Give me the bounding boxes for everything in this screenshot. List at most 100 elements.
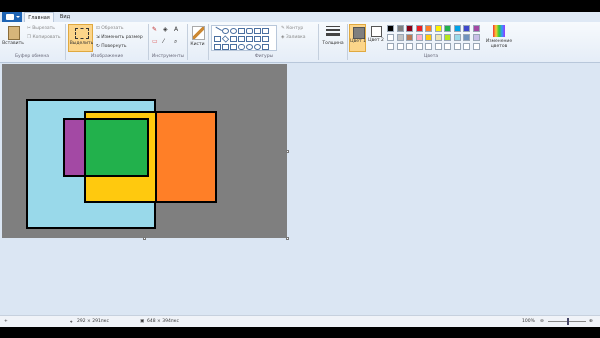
paste-label: Вставить — [2, 41, 24, 46]
arrow-up-shape-icon[interactable] — [262, 36, 269, 42]
fill-label: Заливка — [285, 35, 306, 40]
palette-swatch[interactable] — [453, 34, 461, 41]
callout-cloud-shape-icon[interactable] — [254, 44, 261, 50]
oval-shape-icon[interactable] — [230, 28, 237, 34]
palette-swatch[interactable] — [444, 25, 451, 32]
arrow-left-shape-icon[interactable] — [254, 36, 261, 42]
color2-swatch — [371, 26, 382, 37]
palette-swatch[interactable] — [425, 25, 432, 32]
color2-button[interactable]: Цвет 2 — [368, 24, 384, 52]
callout-rounded-shape-icon[interactable] — [238, 44, 245, 50]
six-point-star-shape-icon[interactable] — [230, 44, 237, 50]
palette-swatch[interactable] — [406, 34, 413, 41]
palette-swatch[interactable] — [387, 25, 394, 32]
line-thickness-icon — [326, 26, 340, 36]
color-picker-icon[interactable]: ⁄ — [163, 38, 172, 46]
zoom-out-icon[interactable]: ⊖ — [540, 319, 544, 324]
resize-handle-corner[interactable] — [286, 237, 289, 240]
palette-swatch[interactable] — [387, 43, 394, 50]
palette-swatch[interactable] — [463, 25, 470, 32]
fill-icon[interactable]: ◈ — [163, 26, 172, 34]
five-point-star-shape-icon[interactable] — [222, 44, 229, 50]
tools-group-label: Инструменты — [151, 54, 185, 59]
separator — [208, 24, 209, 60]
fill-dropdown[interactable]: ◈ Заливка — [281, 35, 305, 40]
copy-button[interactable]: ❐ Копировать — [27, 35, 61, 40]
palette-swatch[interactable] — [406, 43, 413, 50]
outline-label: Контур — [286, 26, 304, 31]
palette-swatch[interactable] — [406, 25, 413, 32]
title-bar — [0, 0, 600, 12]
zoom-slider-thumb[interactable] — [567, 318, 569, 325]
rotate-label: Повернуть — [101, 44, 127, 49]
palette-swatch[interactable] — [396, 34, 404, 41]
palette-swatch[interactable] — [425, 34, 432, 41]
curve-shape-icon[interactable] — [222, 28, 229, 34]
brushes-button[interactable]: Кисти — [189, 24, 206, 52]
palette-swatch[interactable] — [434, 25, 442, 32]
pentagon-shape-icon[interactable] — [230, 36, 237, 42]
four-point-star-shape-icon[interactable] — [214, 44, 221, 50]
text-icon[interactable]: A — [174, 26, 183, 34]
palette-swatch[interactable] — [453, 43, 461, 50]
zoom-in-icon[interactable]: ⊕ — [589, 319, 593, 324]
callout-oval-shape-icon[interactable] — [246, 44, 253, 50]
resize-button[interactable]: ⇲ Изменить размер — [96, 35, 143, 40]
heart-shape-icon[interactable] — [262, 44, 269, 50]
palette-swatch[interactable] — [472, 25, 480, 32]
palette-swatch[interactable] — [434, 43, 442, 50]
outline-dropdown[interactable]: ✎ Контур — [281, 26, 303, 31]
palette-swatch[interactable] — [463, 43, 470, 50]
palette-swatch[interactable] — [444, 34, 451, 41]
select-button[interactable]: Выделить — [68, 24, 93, 52]
rotate-button[interactable]: ↻ Повернуть — [96, 44, 127, 49]
palette-swatch[interactable] — [387, 34, 394, 41]
palette-swatch[interactable] — [444, 43, 451, 50]
ribbon-tabs — [0, 12, 600, 22]
separator — [187, 24, 188, 60]
file-menu-button[interactable] — [2, 12, 22, 22]
palette-swatch[interactable] — [453, 25, 461, 32]
shapes-gallery[interactable] — [211, 25, 277, 51]
drawing-canvas[interactable] — [2, 64, 287, 238]
eraser-icon[interactable]: ▭ — [152, 38, 161, 46]
pencil-icon[interactable]: ✎ — [152, 26, 161, 34]
palette-swatch[interactable] — [396, 25, 404, 32]
tab-view[interactable]: Вид — [54, 12, 76, 22]
palette-swatch[interactable] — [425, 43, 432, 50]
hexagon-shape-icon[interactable] — [238, 36, 245, 42]
palette-swatch[interactable] — [396, 43, 404, 50]
color1-button[interactable]: Цвет 1 — [349, 24, 366, 52]
edit-colors-label: Изменение цветов — [485, 39, 513, 49]
color2-label: Цвет 2 — [368, 38, 384, 43]
palette-swatch[interactable] — [415, 34, 423, 41]
chevron-down-icon — [16, 16, 20, 18]
line-shape-icon[interactable] — [212, 26, 223, 36]
polygon-shape-icon[interactable] — [254, 28, 261, 34]
resize-handle-right[interactable] — [286, 150, 289, 153]
cut-button[interactable]: ✂ Вырезать — [27, 26, 55, 31]
palette-swatch[interactable] — [415, 43, 423, 50]
palette-swatch[interactable] — [472, 43, 480, 50]
palette-swatch[interactable] — [472, 34, 480, 41]
palette-swatch[interactable] — [463, 34, 470, 41]
magnifier-icon[interactable]: ⌕ — [174, 38, 183, 46]
resize-handle-bottom[interactable] — [143, 237, 146, 240]
crop-label: Обрезать — [101, 26, 124, 31]
rounded-rectangle-shape-icon[interactable] — [246, 28, 253, 34]
rectangle-shape-icon[interactable] — [238, 28, 245, 34]
arrow-right-shape-icon[interactable] — [246, 36, 253, 42]
zoom-slider[interactable] — [548, 318, 586, 325]
paste-button[interactable]: Вставить — [2, 24, 24, 52]
triangle-shape-icon[interactable] — [262, 28, 269, 34]
copy-label: Копировать — [32, 35, 61, 40]
palette-swatch[interactable] — [415, 25, 423, 32]
size-label: Толщина — [322, 41, 344, 46]
crop-button[interactable]: ⊡ Обрезать — [96, 26, 124, 31]
cut-label: Вырезать — [32, 26, 55, 31]
size-button[interactable]: Толщина — [321, 24, 345, 52]
diamond-shape-icon[interactable] — [221, 35, 230, 43]
edit-colors-button[interactable]: Изменение цветов — [484, 24, 514, 52]
palette-swatch[interactable] — [434, 34, 442, 41]
right-triangle-shape-icon[interactable] — [214, 36, 221, 42]
